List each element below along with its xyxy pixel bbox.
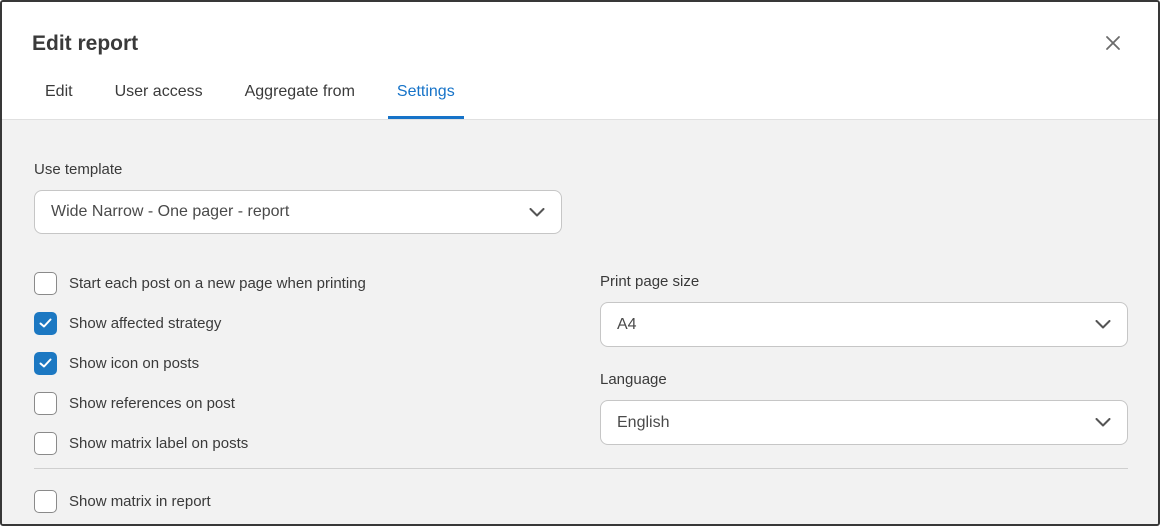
dialog-header: Edit report Edit User access Aggregate f… [2, 2, 1158, 120]
tab-settings[interactable]: Settings [387, 82, 464, 119]
dropdown-column: Print page size A4 Language English [600, 272, 1128, 455]
template-select-value: Wide Narrow - One pager - report [51, 203, 290, 220]
checkmark-icon [39, 318, 52, 328]
tab-edit[interactable]: Edit [36, 82, 82, 119]
checkbox-affected-strategy[interactable] [34, 312, 57, 335]
print-page-size-value: A4 [617, 315, 637, 333]
settings-columns: Start each post on a new page when print… [34, 272, 1128, 455]
checkbox-column: Start each post on a new page when print… [34, 272, 600, 455]
print-page-size-group: Print page size A4 [600, 272, 1128, 347]
dialog-title: Edit report [32, 32, 139, 55]
checkbox-row-matrix-in-report[interactable]: Show matrix in report [34, 490, 1128, 513]
language-label: Language [600, 371, 667, 388]
checkbox-label: Start each post on a new page when print… [69, 275, 366, 292]
checkbox-row-new-page[interactable]: Start each post on a new page when print… [34, 272, 600, 295]
checkbox-row-references[interactable]: Show references on post [34, 392, 600, 415]
tab-bar: Edit User access Aggregate from Settings [2, 82, 1158, 119]
tab-aggregate-from[interactable]: Aggregate from [236, 82, 364, 119]
settings-panel: Use template Wide Narrow - One pager - r… [2, 120, 1158, 524]
checkbox-label: Show affected strategy [69, 315, 222, 332]
use-template-label: Use template [34, 161, 123, 178]
checkbox-label: Show references on post [69, 395, 235, 412]
section-divider [34, 468, 1128, 469]
tab-user-access[interactable]: User access [106, 82, 212, 119]
checkbox-label: Show icon on posts [69, 355, 200, 372]
checkmark-icon [39, 358, 52, 368]
checkbox-label: Show matrix label on posts [69, 435, 249, 452]
chevron-down-icon [529, 207, 545, 217]
close-icon [1104, 34, 1122, 52]
checkbox-references[interactable] [34, 392, 57, 415]
language-group: Language English [600, 370, 1128, 445]
use-template-group: Use template Wide Narrow - One pager - r… [34, 160, 1128, 234]
language-select[interactable]: English [600, 400, 1128, 445]
language-value: English [617, 413, 670, 431]
close-button[interactable] [1100, 30, 1126, 56]
checkbox-new-page[interactable] [34, 272, 57, 295]
checkbox-row-matrix-label[interactable]: Show matrix label on posts [34, 432, 600, 455]
checkbox-label: Show matrix in report [69, 493, 211, 510]
edit-report-dialog: Edit report Edit User access Aggregate f… [0, 0, 1160, 526]
chevron-down-icon [1095, 418, 1111, 427]
print-page-size-select[interactable]: A4 [600, 302, 1128, 347]
checkbox-row-affected-strategy[interactable]: Show affected strategy [34, 312, 600, 335]
checkbox-icon-on-posts[interactable] [34, 352, 57, 375]
checkbox-matrix-in-report[interactable] [34, 490, 57, 513]
print-page-size-label: Print page size [600, 273, 700, 290]
checkbox-row-icon-on-posts[interactable]: Show icon on posts [34, 352, 600, 375]
checkbox-matrix-label[interactable] [34, 432, 57, 455]
template-select[interactable]: Wide Narrow - One pager - report [34, 190, 562, 234]
chevron-down-icon [1095, 320, 1111, 329]
